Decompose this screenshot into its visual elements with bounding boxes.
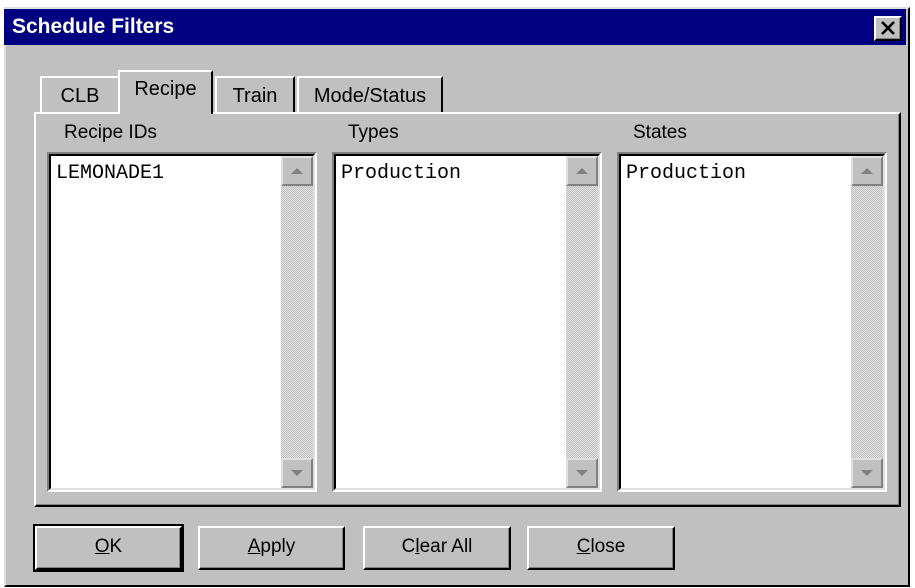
list-item[interactable]: Production bbox=[341, 162, 461, 185]
apply-mnemonic: A bbox=[247, 536, 261, 557]
scroll-up-button[interactable] bbox=[281, 156, 313, 186]
down-arrow-icon bbox=[576, 470, 588, 476]
up-arrow-icon bbox=[576, 168, 588, 174]
ok-label-rest: K bbox=[109, 536, 123, 557]
tab-mode-status-label: Mode/Status bbox=[313, 85, 427, 107]
apply-label-rest: pply bbox=[260, 536, 296, 557]
types-label: Types bbox=[348, 122, 399, 143]
tab-train[interactable]: Train bbox=[215, 76, 295, 112]
close-button[interactable]: Close bbox=[527, 526, 675, 570]
recipe-ids-label: Recipe IDs bbox=[64, 122, 157, 143]
scroll-up-button[interactable] bbox=[566, 156, 598, 186]
tab-mode-status[interactable]: Mode/Status bbox=[297, 76, 443, 112]
up-arrow-icon bbox=[291, 168, 303, 174]
title-bar[interactable]: Schedule Filters bbox=[4, 9, 906, 45]
scroll-down-button[interactable] bbox=[851, 458, 883, 488]
recipe-ids-listbox[interactable]: LEMONADE1 bbox=[47, 152, 317, 492]
scroll-down-button[interactable] bbox=[281, 458, 313, 488]
down-arrow-icon bbox=[291, 470, 303, 476]
close-window-button[interactable] bbox=[874, 16, 902, 41]
clear-all-button[interactable]: Clear All bbox=[363, 526, 511, 570]
clear-all-label-rest: ear All bbox=[419, 536, 473, 557]
tab-clb-label: CLB bbox=[60, 85, 100, 107]
vertical-scrollbar[interactable] bbox=[851, 156, 883, 488]
states-label: States bbox=[633, 122, 687, 143]
ok-button[interactable]: OK bbox=[33, 524, 184, 572]
vertical-scrollbar[interactable] bbox=[566, 156, 598, 488]
ok-mnemonic: O bbox=[94, 536, 110, 557]
down-arrow-icon bbox=[861, 470, 873, 476]
window-title: Schedule Filters bbox=[12, 15, 175, 38]
types-listbox[interactable]: Production bbox=[332, 152, 602, 492]
up-arrow-icon bbox=[861, 168, 873, 174]
clear-all-label-pre: C bbox=[401, 536, 416, 557]
close-label-rest: lose bbox=[590, 536, 626, 557]
apply-button[interactable]: Apply bbox=[198, 526, 345, 570]
close-mnemonic: C bbox=[576, 536, 591, 557]
tab-recipe[interactable]: Recipe bbox=[118, 70, 213, 114]
tab-train-label: Train bbox=[232, 85, 278, 107]
vertical-scrollbar[interactable] bbox=[281, 156, 313, 488]
close-icon bbox=[881, 21, 895, 35]
list-item[interactable]: Production bbox=[626, 162, 746, 185]
list-item[interactable]: LEMONADE1 bbox=[56, 162, 164, 185]
scroll-down-button[interactable] bbox=[566, 458, 598, 488]
scroll-up-button[interactable] bbox=[851, 156, 883, 186]
tab-clb[interactable]: CLB bbox=[40, 76, 120, 112]
states-listbox[interactable]: Production bbox=[617, 152, 887, 492]
tab-recipe-label: Recipe bbox=[134, 78, 197, 100]
